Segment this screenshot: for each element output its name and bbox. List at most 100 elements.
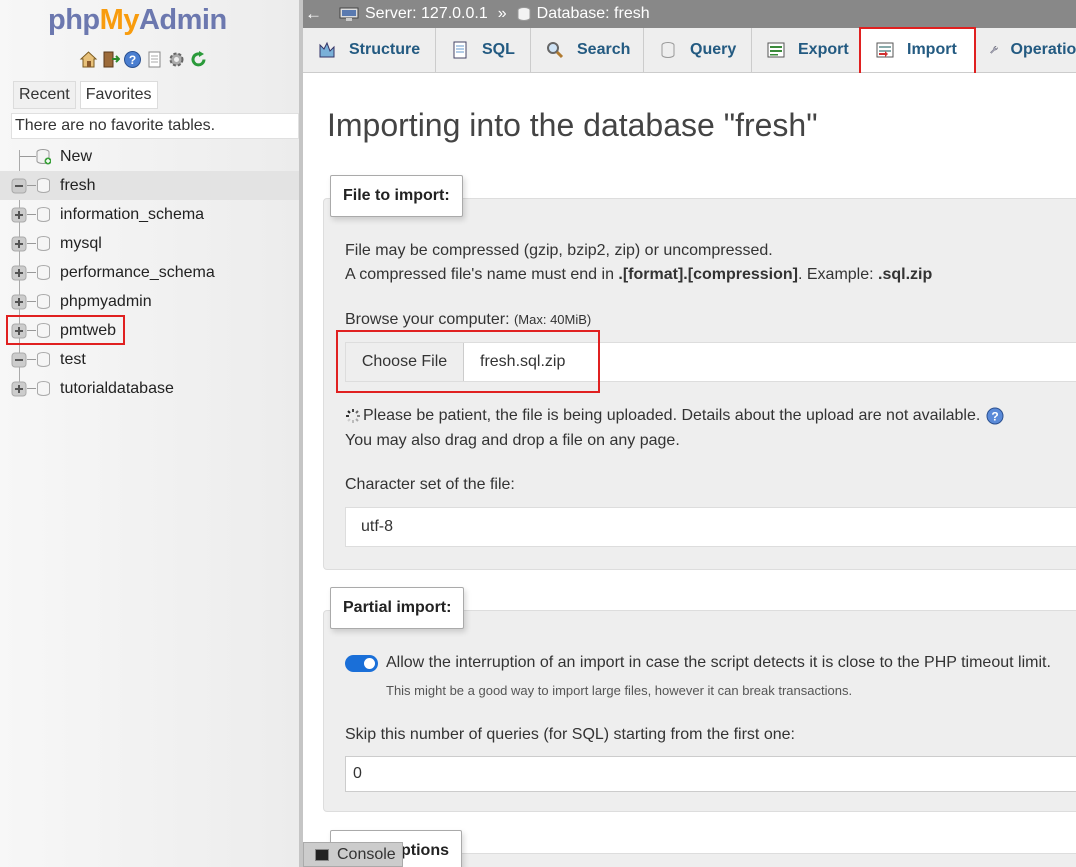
logout-icon[interactable] bbox=[101, 50, 120, 69]
expand-icon[interactable] bbox=[11, 207, 27, 223]
logo-part-my: My bbox=[99, 4, 140, 36]
tab-label: Export bbox=[798, 41, 849, 58]
tab-structure[interactable]: Structure bbox=[303, 28, 436, 72]
page-title: Importing into the database "fresh" bbox=[327, 107, 818, 143]
tree-item-performance-schema[interactable]: performance_schema bbox=[0, 258, 299, 287]
allow-interrupt-label: Allow the interruption of an import in c… bbox=[386, 654, 1051, 671]
database-icon bbox=[37, 323, 50, 338]
tab-sql[interactable]: SQL bbox=[436, 28, 531, 72]
tree-connector bbox=[20, 156, 36, 157]
compression-format-note: A compressed file's name must end in .[f… bbox=[345, 266, 932, 284]
help-icon[interactable]: ? bbox=[986, 407, 1004, 425]
help-icon[interactable]: ? bbox=[123, 50, 142, 69]
database-icon bbox=[37, 294, 50, 309]
database-icon bbox=[517, 7, 531, 21]
console-label: Console bbox=[337, 846, 396, 863]
breadcrumb-bar: ← Server: 127.0.0.1 » Database: fresh bbox=[303, 0, 1076, 28]
import-icon bbox=[876, 42, 894, 58]
favorites-tab[interactable]: Favorites bbox=[79, 81, 158, 109]
tree-item-information-schema[interactable]: information_schema bbox=[0, 200, 299, 229]
settings-icon[interactable] bbox=[167, 50, 186, 69]
format-note-text: A compressed file's name must end in bbox=[345, 266, 619, 283]
skip-queries-input[interactable]: 0 bbox=[345, 756, 1076, 792]
recent-tab[interactable]: Recent bbox=[13, 81, 76, 109]
tree-item-phpmyadmin[interactable]: phpmyadmin bbox=[0, 287, 299, 316]
other-options-section: ptions bbox=[323, 830, 1076, 867]
expand-icon[interactable] bbox=[11, 294, 27, 310]
choose-file-button[interactable]: Choose File bbox=[346, 343, 464, 381]
breadcrumb: Server: 127.0.0.1 » Database: fresh bbox=[339, 0, 650, 28]
tree-connector bbox=[27, 388, 36, 389]
tree-item-label: phpmyadmin bbox=[60, 292, 152, 310]
expand-icon[interactable] bbox=[11, 323, 27, 339]
file-to-import-section: File to import: File may be compressed (… bbox=[323, 175, 1076, 570]
expand-icon[interactable] bbox=[11, 265, 27, 281]
breadcrumb-separator: » bbox=[497, 5, 507, 22]
skip-queries-label: Skip this number of queries (for SQL) st… bbox=[345, 726, 795, 743]
tree-item-pmtweb[interactable]: pmtweb bbox=[0, 316, 299, 345]
section-legend: File to import: bbox=[330, 175, 463, 217]
tree-item-test[interactable]: test bbox=[0, 345, 299, 374]
server-icon bbox=[339, 7, 359, 21]
partial-import-section: Partial import: Allow the interruption o… bbox=[323, 587, 1076, 812]
tab-label: Operations bbox=[1010, 41, 1076, 58]
example-label: . Example: bbox=[797, 266, 879, 283]
tree-item-label: performance_schema bbox=[60, 263, 215, 281]
tab-label: Query bbox=[690, 41, 737, 58]
browse-label-text: Browse your computer: bbox=[345, 311, 514, 328]
file-input[interactable]: Choose File fresh.sql.zip bbox=[345, 342, 1076, 382]
collapse-icon[interactable] bbox=[11, 178, 27, 194]
docs-icon[interactable] bbox=[145, 50, 164, 69]
drag-drop-note: You may also drag and drop a file on any… bbox=[345, 432, 680, 449]
logo-part-php: php bbox=[48, 4, 100, 36]
expand-icon[interactable] bbox=[11, 236, 27, 252]
tree-connector bbox=[27, 214, 36, 215]
wrench-icon bbox=[990, 45, 998, 54]
tree-item-tutorialdatabase[interactable]: tutorialdatabase bbox=[0, 374, 299, 403]
reload-icon[interactable] bbox=[189, 50, 208, 69]
database-icon bbox=[37, 207, 50, 222]
quick-links: ? bbox=[79, 50, 208, 69]
tree-connector bbox=[27, 301, 36, 302]
structure-icon bbox=[319, 41, 335, 58]
console-toggle[interactable]: Console bbox=[303, 842, 403, 867]
tree-connector bbox=[27, 330, 36, 331]
favorites-empty-message: There are no favorite tables. bbox=[11, 113, 299, 139]
tree-item-label: mysql bbox=[60, 234, 102, 252]
tab-export[interactable]: Export bbox=[752, 28, 860, 72]
recent-favorites-tabs: Recent Favorites bbox=[13, 81, 158, 109]
selected-file-name: fresh.sql.zip bbox=[480, 353, 566, 370]
new-database-icon bbox=[36, 149, 51, 165]
tab-query[interactable]: Query bbox=[644, 28, 752, 72]
charset-label: Character set of the file: bbox=[345, 476, 515, 493]
logo-part-admin: Admin bbox=[138, 4, 227, 36]
tree-item-fresh[interactable]: fresh bbox=[0, 171, 299, 200]
console-icon bbox=[315, 849, 329, 861]
tree-item-label: fresh bbox=[60, 176, 96, 194]
tab-import[interactable]: Import bbox=[860, 28, 975, 72]
database-icon bbox=[37, 381, 50, 396]
tree-item-new[interactable]: New bbox=[0, 142, 299, 171]
max-size: (Max: 40MiB) bbox=[513, 312, 592, 327]
tree-item-mysql[interactable]: mysql bbox=[0, 229, 299, 258]
breadcrumb-server[interactable]: Server: 127.0.0.1 bbox=[365, 0, 488, 28]
export-icon bbox=[767, 42, 785, 58]
collapse-icon[interactable] bbox=[11, 352, 27, 368]
collapse-sidebar-arrow[interactable]: ← bbox=[305, 2, 325, 26]
database-tabs: Structure SQL Search Query Export Import… bbox=[303, 28, 1076, 73]
expand-icon[interactable] bbox=[11, 381, 27, 397]
tab-label: SQL bbox=[482, 41, 515, 58]
tree-connector bbox=[27, 243, 36, 244]
tab-search[interactable]: Search bbox=[531, 28, 644, 72]
allow-interrupt-toggle[interactable] bbox=[345, 655, 378, 672]
tab-label: Search bbox=[577, 41, 631, 58]
tab-operations[interactable]: Operations bbox=[975, 28, 1076, 72]
upload-status: Please be patient, the file is being upl… bbox=[343, 407, 1004, 425]
home-icon[interactable] bbox=[79, 50, 98, 69]
phpmyadmin-logo[interactable]: phpMyAdmin bbox=[48, 4, 227, 37]
charset-select[interactable]: utf-8 bbox=[345, 507, 1076, 547]
database-tree: New fresh information_schema mysql perfo… bbox=[0, 142, 299, 403]
database-icon bbox=[37, 352, 50, 367]
breadcrumb-database[interactable]: Database: fresh bbox=[537, 0, 650, 28]
search-icon bbox=[547, 42, 564, 59]
